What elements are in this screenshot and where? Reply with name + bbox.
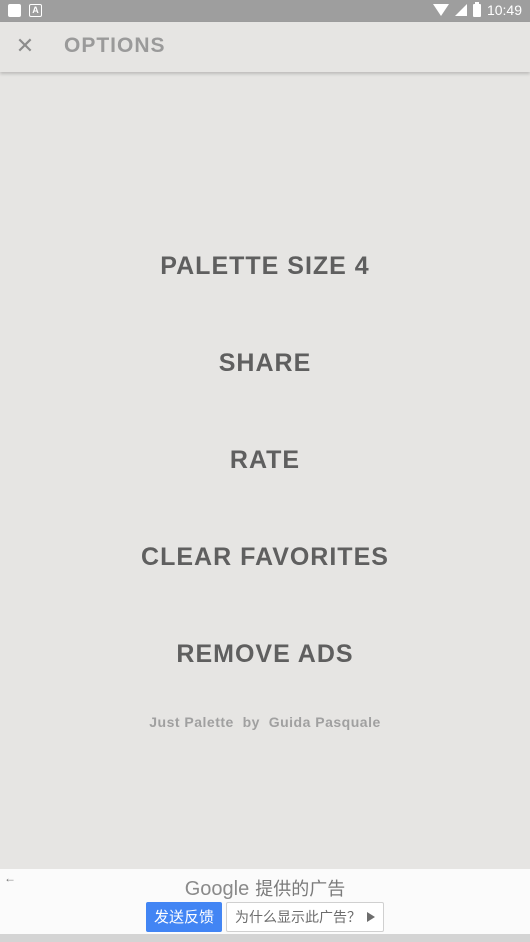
rate-button[interactable]: RATE <box>0 446 530 475</box>
status-right-icons: 10:49 <box>432 1 522 18</box>
ad-title-text: 提供的广告 <box>255 879 346 899</box>
page-title: OPTIONS <box>64 34 166 57</box>
toolbar: ✕ OPTIONS <box>0 22 530 72</box>
ad-choices-icon <box>367 912 376 922</box>
battery-icon <box>472 1 481 17</box>
credit-text: Just Palette by Guida Pasquale <box>149 714 381 730</box>
close-icon[interactable]: ✕ <box>14 35 36 57</box>
status-left-icons: A <box>8 4 42 17</box>
status-bar: A 10:49 <box>0 0 530 22</box>
square-icon <box>8 4 21 17</box>
why-this-ad-button[interactable]: 为什么显示此广告？ <box>226 902 385 932</box>
wifi-icon <box>432 4 449 16</box>
why-this-ad-label: 为什么显示此广告？ <box>235 909 362 925</box>
cell-signal-icon <box>454 4 467 16</box>
share-button[interactable]: SHARE <box>0 349 530 378</box>
clear-favorites-button[interactable]: CLEAR FAVORITES <box>0 543 530 572</box>
ad-buttons: 发送反馈 为什么显示此广告？ <box>146 902 385 932</box>
ad-title: Google 提供的广告 <box>0 875 530 901</box>
palette-size-button[interactable]: PALETTE SIZE 4 <box>0 252 530 281</box>
remove-ads-button[interactable]: REMOVE ADS <box>0 640 530 669</box>
send-feedback-button[interactable]: 发送反馈 <box>146 902 223 932</box>
google-logo: Google <box>184 878 250 900</box>
bottom-strip <box>0 934 530 942</box>
status-time: 10:49 <box>486 2 522 18</box>
a-icon: A <box>29 4 42 17</box>
ad-banner: ← Google 提供的广告 发送反馈 为什么显示此广告？ <box>0 869 530 942</box>
